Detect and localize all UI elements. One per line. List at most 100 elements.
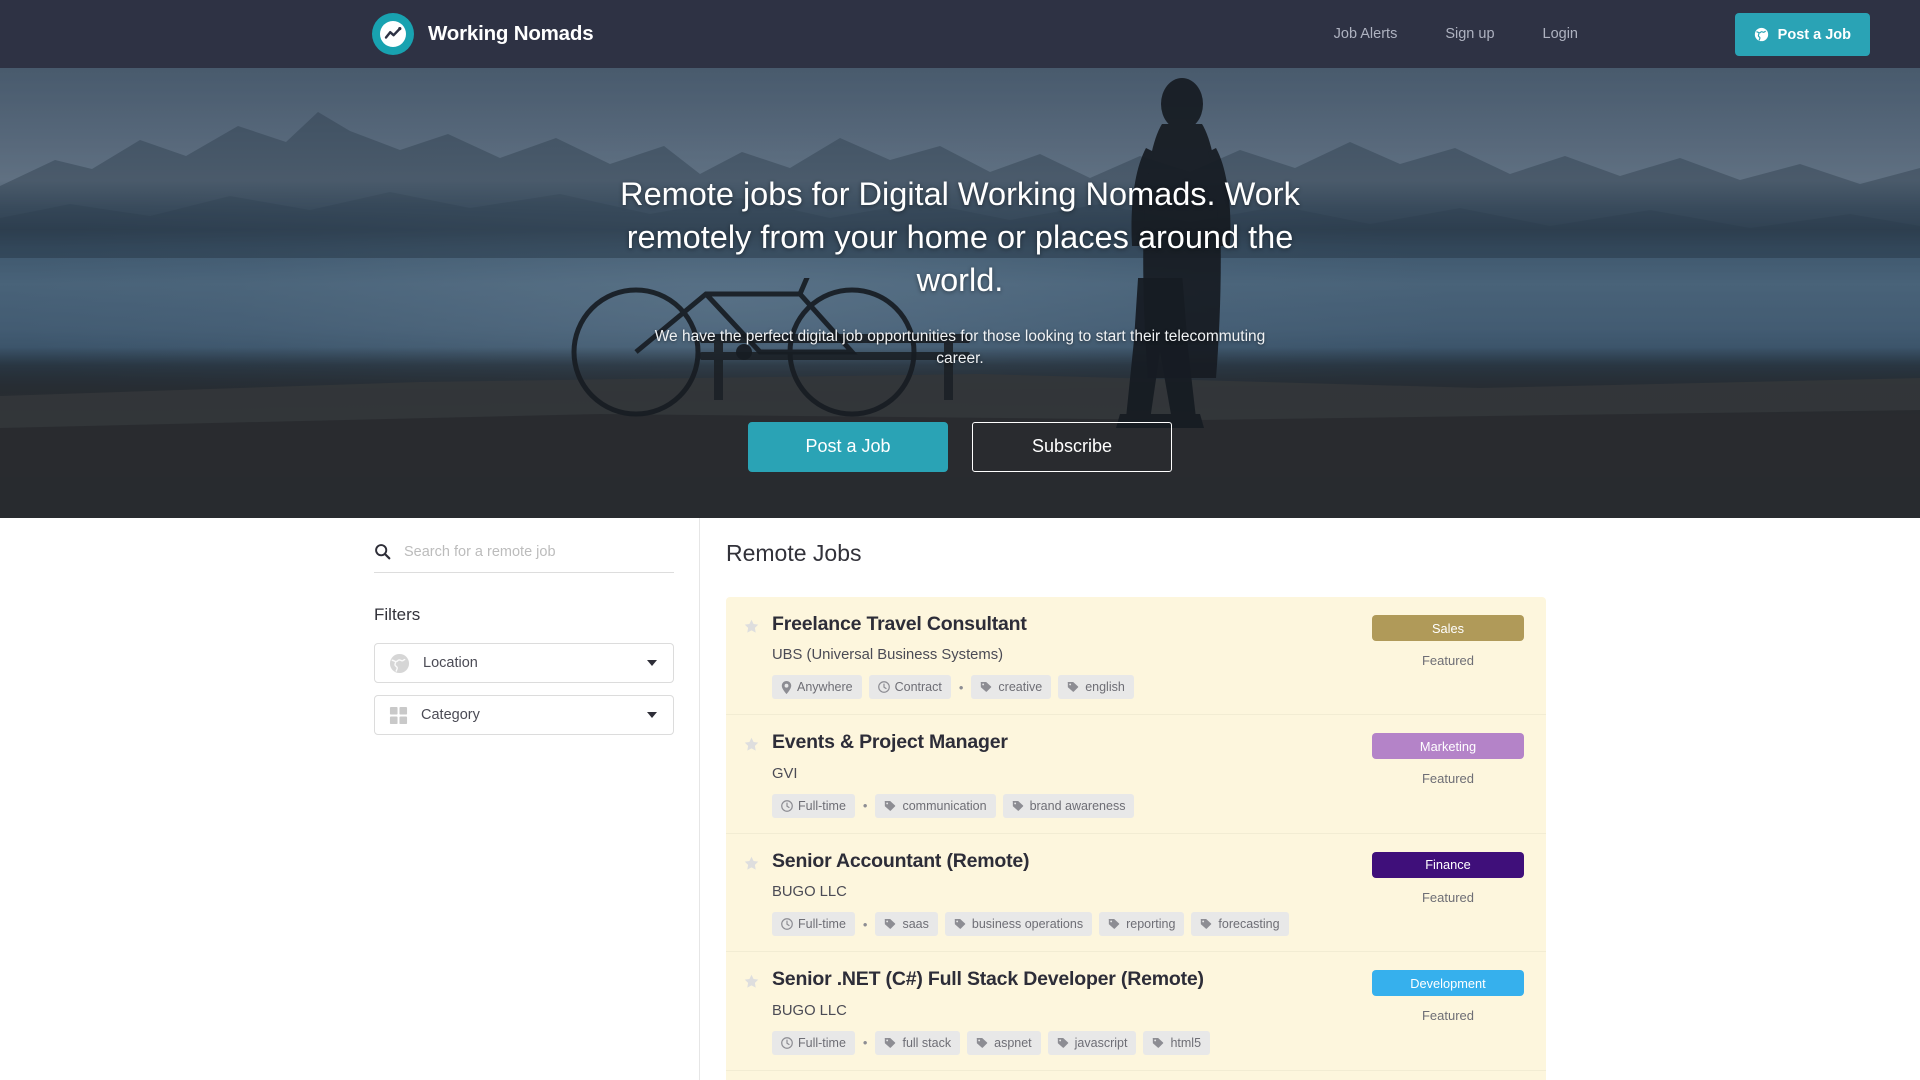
clock-icon bbox=[877, 681, 890, 694]
favorite-star-icon[interactable] bbox=[744, 731, 768, 817]
job-company: GVI bbox=[772, 765, 798, 782]
tag-icon bbox=[980, 681, 993, 693]
job-tag-label: saas bbox=[902, 917, 929, 932]
job-tag[interactable]: aspnet bbox=[967, 1030, 1041, 1055]
tag-icon bbox=[1200, 918, 1213, 930]
job-tag-label: full stack bbox=[902, 1035, 952, 1050]
job-tag-label: Full-time bbox=[798, 798, 846, 813]
tag-icon bbox=[1012, 800, 1025, 812]
chevron-down-icon bbox=[647, 660, 657, 666]
job-row[interactable]: Senior .NET (C#) Full Stack Developer (R… bbox=[726, 951, 1546, 1069]
job-row[interactable]: Freelance Travel Consultant UBS (Universa… bbox=[726, 597, 1546, 714]
nav-sign-up[interactable]: Sign up bbox=[1421, 0, 1518, 68]
favorite-star-icon[interactable] bbox=[744, 968, 768, 1054]
brand-name: Working Nomads bbox=[428, 22, 594, 45]
job-tag-list: Anywhere Contract • creative english bbox=[772, 675, 1368, 700]
job-tag[interactable]: Full-time bbox=[772, 1030, 855, 1055]
tag-icon bbox=[884, 1037, 897, 1049]
job-tag-label: Full-time bbox=[798, 917, 846, 932]
job-category-badge[interactable]: Sales bbox=[1372, 615, 1524, 641]
filter-location[interactable]: Location bbox=[374, 643, 674, 683]
job-meta: Finance Featured bbox=[1368, 850, 1528, 936]
job-tag[interactable]: creative bbox=[971, 675, 1052, 700]
job-tag[interactable]: Full-time bbox=[772, 912, 855, 937]
job-tag[interactable]: forecasting bbox=[1191, 912, 1289, 937]
tag-icon bbox=[884, 800, 897, 812]
hero-post-a-job-button[interactable]: Post a Job bbox=[748, 421, 948, 472]
clock-icon bbox=[781, 1036, 793, 1049]
job-tag-list: Full-time • saas business operations reporti… bbox=[772, 912, 1368, 937]
job-company: BUGO LLC bbox=[772, 1002, 847, 1019]
job-tag-label: english bbox=[1085, 680, 1125, 695]
job-tag[interactable]: brand awareness bbox=[1002, 793, 1135, 818]
featured-label: Featured bbox=[1421, 889, 1475, 905]
job-listings: Freelance Travel Consultant UBS (Universa… bbox=[726, 597, 1546, 1080]
job-tag[interactable]: english bbox=[1058, 675, 1134, 700]
tag-icon bbox=[976, 1037, 989, 1049]
job-tag[interactable]: communication bbox=[875, 793, 996, 818]
job-row[interactable]: Senior Accountant (Remote) BUGO LLC Full-t… bbox=[726, 832, 1546, 951]
pin-icon bbox=[781, 680, 792, 694]
search-bar[interactable] bbox=[374, 543, 674, 573]
job-title[interactable]: Events & Project Manager bbox=[772, 731, 1368, 754]
job-title[interactable]: Senior .NET (C#) Full Stack Developer (R… bbox=[772, 968, 1368, 991]
nav-login[interactable]: Login bbox=[1519, 0, 1602, 68]
job-tag[interactable]: Contract bbox=[868, 675, 951, 700]
job-tag-list: Full-time • full stack aspnet javascript html… bbox=[772, 1030, 1368, 1055]
tag-icon bbox=[1152, 1037, 1165, 1049]
wave-chart-logo-icon bbox=[372, 13, 414, 55]
job-tag[interactable]: Full-time bbox=[772, 793, 855, 818]
filter-category[interactable]: Category bbox=[374, 695, 674, 735]
hero-title: Remote jobs for Digital Working Nomads. … bbox=[620, 176, 1300, 298]
job-title[interactable]: Freelance Travel Consultant bbox=[772, 613, 1368, 636]
job-tag[interactable]: full stack bbox=[875, 1030, 961, 1055]
favorite-star-icon[interactable] bbox=[744, 613, 768, 699]
filters-sidebar: Filters Location Category bbox=[374, 518, 674, 735]
job-tag-label: aspnet bbox=[994, 1035, 1032, 1050]
job-row[interactable]: Lead Solutions Architect (Remote)Develop… bbox=[726, 1069, 1546, 1080]
featured-label: Featured bbox=[1421, 771, 1475, 787]
job-tag[interactable]: reporting bbox=[1099, 912, 1185, 937]
job-tag-label: javascript bbox=[1074, 1035, 1128, 1050]
job-meta: Marketing Featured bbox=[1368, 731, 1528, 817]
grid-icon bbox=[389, 706, 408, 725]
site-header: Working Nomads Job Alerts Sign up Login … bbox=[0, 0, 1920, 68]
search-input[interactable] bbox=[404, 543, 654, 560]
job-category-badge[interactable]: Marketing bbox=[1372, 733, 1524, 760]
featured-label: Featured bbox=[1421, 1008, 1475, 1024]
job-tag[interactable]: javascript bbox=[1047, 1030, 1137, 1055]
clock-icon bbox=[781, 799, 793, 812]
tag-icon bbox=[1067, 681, 1080, 693]
job-category-badge[interactable]: Finance bbox=[1372, 851, 1524, 878]
search-icon bbox=[374, 543, 391, 560]
tag-separator-dot: • bbox=[862, 798, 868, 814]
job-tag[interactable]: html5 bbox=[1143, 1030, 1211, 1055]
job-tag-list: Full-time • communication brand awareness bbox=[772, 793, 1368, 818]
job-tag[interactable]: saas bbox=[875, 912, 938, 937]
favorite-star-icon[interactable] bbox=[744, 850, 768, 936]
column-divider bbox=[699, 518, 700, 1080]
job-tag-label: reporting bbox=[1126, 917, 1176, 932]
job-tag[interactable]: business operations bbox=[944, 912, 1093, 937]
hero-banner: Remote jobs for Digital Working Nomads. … bbox=[0, 68, 1920, 518]
job-company: UBS (Universal Business Systems) bbox=[772, 647, 1004, 664]
hero-subscribe-button[interactable]: Subscribe bbox=[972, 421, 1172, 472]
nav-job-alerts[interactable]: Job Alerts bbox=[1310, 0, 1422, 68]
job-tag-label: Contract bbox=[894, 680, 942, 695]
job-meta: Sales Featured bbox=[1368, 613, 1528, 699]
page-title: Remote Jobs bbox=[726, 540, 862, 566]
tag-separator-dot: • bbox=[862, 1035, 868, 1051]
job-row[interactable]: Events & Project Manager GVI Full-time • com… bbox=[726, 714, 1546, 832]
filters-heading: Filters bbox=[374, 605, 421, 624]
featured-label: Featured bbox=[1421, 653, 1475, 668]
job-tag[interactable]: Anywhere bbox=[772, 675, 862, 700]
job-title[interactable]: Senior Accountant (Remote) bbox=[772, 850, 1368, 873]
job-tag-label: creative bbox=[998, 680, 1043, 695]
chevron-down-icon bbox=[647, 712, 657, 718]
tag-icon bbox=[1108, 918, 1121, 930]
brand-logo-link[interactable]: Working Nomads bbox=[372, 13, 594, 55]
filter-location-label: Location bbox=[423, 655, 478, 671]
post-a-job-button[interactable]: Post a Job bbox=[1734, 13, 1870, 56]
job-tag-label: business operations bbox=[971, 917, 1084, 932]
job-category-badge[interactable]: Development bbox=[1372, 970, 1524, 997]
